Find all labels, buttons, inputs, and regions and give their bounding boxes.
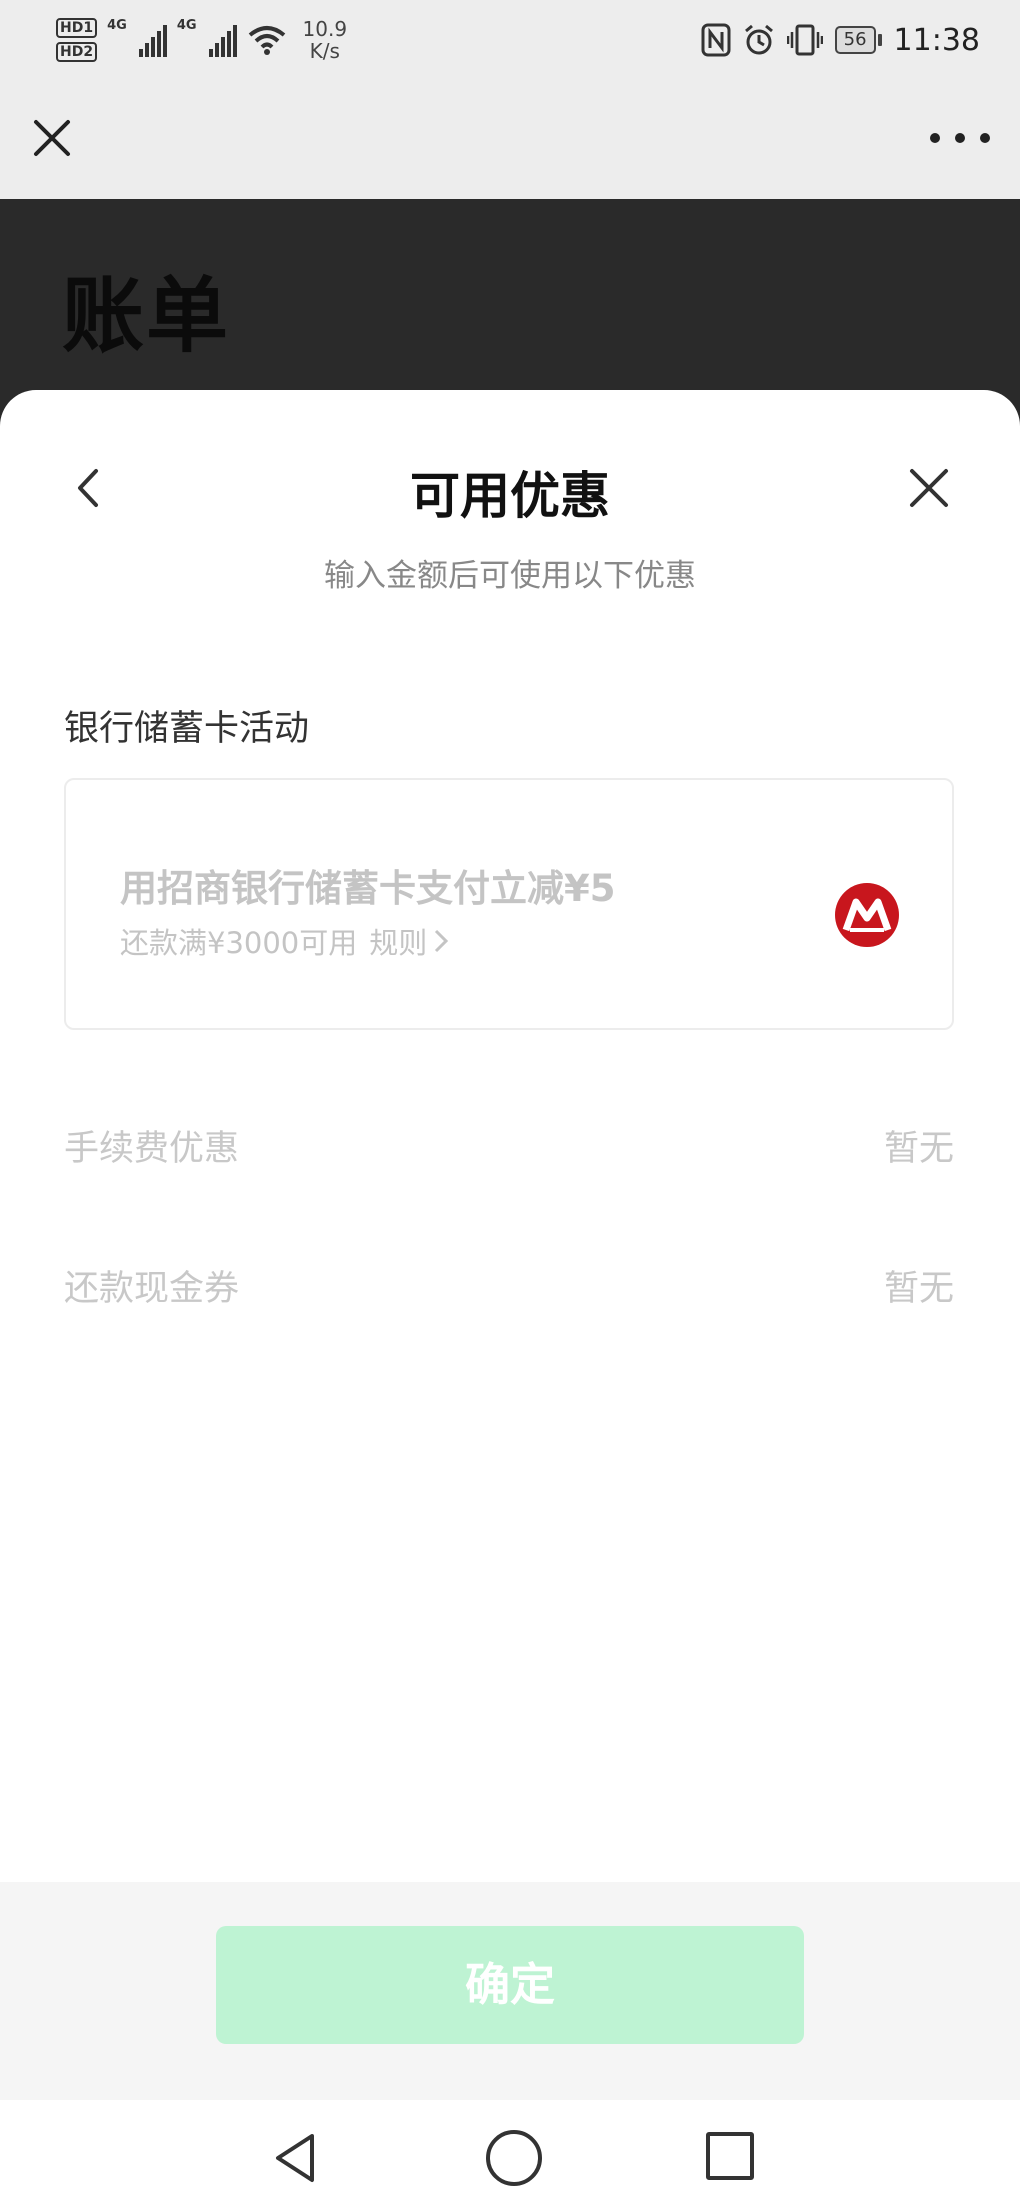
coupon-rules-link[interactable]: 规则: [369, 920, 449, 962]
network-type-1: 4G: [107, 18, 127, 33]
alarm-icon: [744, 24, 773, 55]
hd-indicators: HD1 HD2: [56, 18, 98, 62]
fee-discount-value: 暂无: [883, 1129, 954, 1169]
battery-level: 56: [834, 26, 876, 54]
hd1-indicator: HD1: [56, 18, 98, 38]
signal-1-icon: [138, 23, 167, 57]
chevron-right-icon: [435, 929, 449, 953]
network-speed: 10.9 K/s: [303, 18, 348, 62]
battery-indicator: 56: [834, 26, 882, 54]
wifi-icon: [248, 26, 285, 55]
coupon-title: 用招商银行储蓄卡支付立减¥5: [120, 867, 616, 910]
signal-2-icon: [208, 23, 237, 57]
hd2-indicator: HD2: [56, 42, 98, 62]
sheet-title: 可用优惠: [410, 467, 610, 525]
status-time: 11:38: [893, 22, 980, 58]
sheet-subtitle: 输入金额后可使用以下优惠: [324, 558, 696, 594]
cmb-logo-icon: [835, 883, 899, 947]
coupon-condition: 还款满¥3000可用: [120, 926, 358, 960]
system-nav-bar: [0, 2100, 1020, 2210]
fee-discount-row: 手续费优惠 暂无: [64, 1120, 954, 1171]
bottom-action-bar: 确定: [0, 1882, 1020, 2100]
system-back-icon[interactable]: [268, 2130, 324, 2186]
vibrate-icon: [786, 24, 823, 56]
coupon-description: 还款满¥3000可用 规则: [120, 920, 449, 962]
section-title-debit-card: 银行储蓄卡活动: [64, 709, 310, 749]
rules-label: 规则: [369, 926, 428, 960]
network-type-2: 4G: [176, 18, 197, 33]
discount-sheet: 可用优惠 输入金额后可使用以下优惠 银行储蓄卡活动 用招商银行储蓄卡支付立减¥5…: [0, 390, 1020, 1882]
status-bar: HD1 HD2 4G 4G 10.9 K/s 56 11:38: [0, 0, 1020, 78]
top-nav-bar: [0, 78, 1020, 199]
cash-coupon-row: 还款现金券 暂无: [64, 1260, 954, 1311]
speed-unit: K/s: [309, 39, 340, 63]
page-title: 账单: [62, 269, 231, 364]
cash-coupon-value: 暂无: [883, 1269, 954, 1309]
fee-discount-label: 手续费优惠: [64, 1129, 240, 1169]
system-home-icon[interactable]: [486, 2130, 542, 2186]
close-icon[interactable]: [28, 114, 76, 162]
battery-tip: [877, 34, 882, 46]
coupon-card[interactable]: 用招商银行储蓄卡支付立减¥5 还款满¥3000可用 规则: [64, 778, 954, 1030]
cash-coupon-label: 还款现金券: [64, 1269, 240, 1309]
nfc-icon: [701, 23, 731, 57]
status-right: 56 11:38: [701, 12, 980, 68]
system-recents-icon[interactable]: [706, 2132, 754, 2180]
sheet-close-icon[interactable]: [906, 465, 952, 511]
confirm-button[interactable]: 确定: [216, 1926, 804, 2044]
more-icon[interactable]: [930, 114, 990, 162]
status-left: HD1 HD2 4G 4G 10.9 K/s: [56, 12, 347, 68]
speed-value: 10.9: [302, 17, 348, 41]
